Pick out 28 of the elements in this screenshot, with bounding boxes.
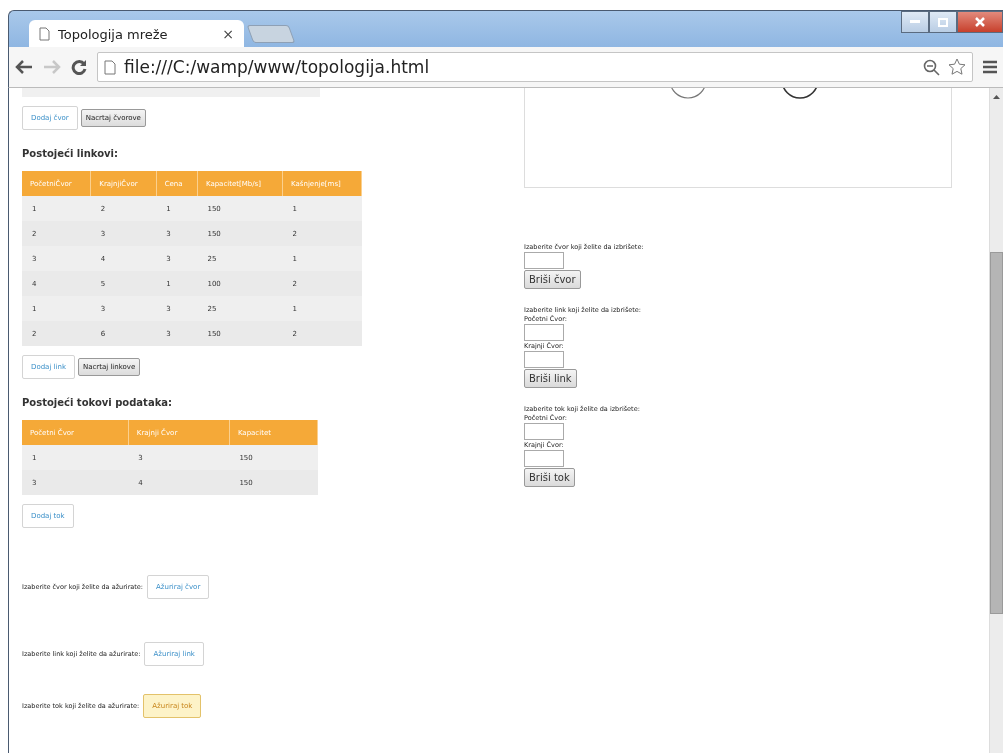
- zoom-out-icon[interactable]: [923, 58, 940, 76]
- maximize-button[interactable]: [929, 11, 957, 33]
- reload-icon[interactable]: [71, 59, 87, 75]
- close-tab-icon[interactable]: ×: [222, 26, 234, 42]
- minimize-icon: [910, 20, 920, 24]
- star-icon[interactable]: [948, 58, 966, 76]
- input-field[interactable]: [524, 423, 564, 440]
- page-icon: [104, 59, 116, 75]
- scroll-up-icon[interactable]: [990, 92, 1003, 102]
- minimize-button[interactable]: [901, 11, 929, 33]
- section-heading: Postojeći linkovi:: [22, 148, 120, 159]
- back-icon[interactable]: [15, 60, 33, 74]
- scrollbar[interactable]: [989, 88, 1003, 753]
- input-field[interactable]: [524, 450, 564, 467]
- delete-button[interactable]: Briši link: [524, 369, 577, 388]
- browser-tab[interactable]: Topologija mreže ×: [29, 20, 244, 48]
- menu-icon[interactable]: [983, 60, 997, 74]
- maximize-icon: [938, 17, 948, 27]
- section-heading: Postojeći tokovi podataka:: [22, 397, 174, 408]
- input-field[interactable]: [524, 252, 564, 269]
- delete-button[interactable]: Briši tok: [524, 468, 575, 487]
- input-field[interactable]: [524, 351, 564, 368]
- page-icon: [39, 27, 50, 41]
- address-bar[interactable]: file:///C:/wamp/www/topologija.html: [97, 52, 973, 82]
- delete-button[interactable]: Briši čvor: [524, 270, 581, 289]
- close-button[interactable]: [957, 11, 1003, 33]
- close-icon: [975, 17, 985, 27]
- input-field[interactable]: [524, 324, 564, 341]
